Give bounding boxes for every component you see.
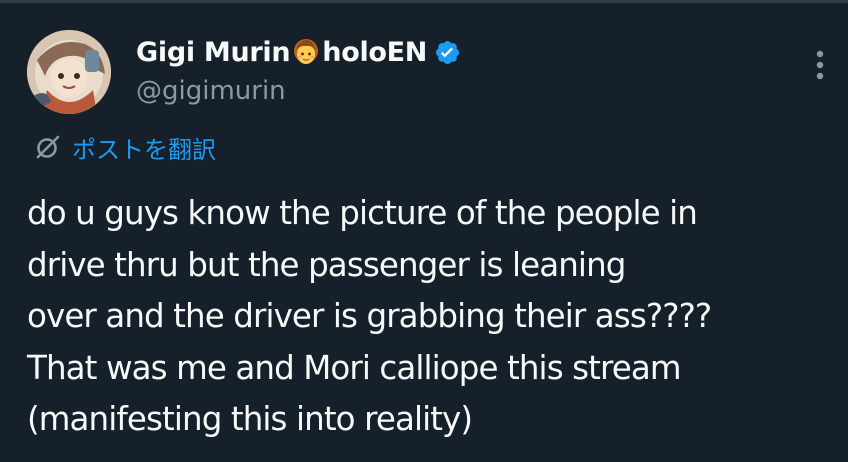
translate-post-link[interactable]: ポストを翻訳: [34, 131, 216, 164]
author-handle[interactable]: @gigimurin: [136, 76, 286, 106]
verified-badge-icon[interactable]: [434, 39, 461, 66]
tweet-card: Gigi Murin holoEN @gigimurin ポストを翻訳 do u…: [0, 0, 848, 462]
tweet-text-line: do u guys know the picture of the people…: [27, 194, 698, 232]
tweet-text-line: (manifesting this into reality): [27, 400, 473, 438]
author-name-suffix: holoEN: [322, 36, 428, 68]
top-divider: [0, 0, 848, 3]
tweet-text-line: drive thru but the passenger is leaning: [27, 245, 626, 284]
tweet-text-line: That was me and Mori calliope this strea…: [27, 348, 682, 387]
translate-label: ポストを翻訳: [72, 135, 216, 164]
translate-globe-icon: [34, 133, 62, 161]
tweet-text: do u guys know the picture of the people…: [27, 188, 837, 446]
author-name-prefix: Gigi Murin: [136, 36, 291, 68]
girl-emoji-icon: [291, 37, 321, 67]
more-vertical-icon[interactable]: [804, 47, 836, 83]
avatar[interactable]: [27, 30, 111, 114]
author-name[interactable]: Gigi Murin holoEN: [136, 32, 461, 72]
tweet-text-line: over and the driver is grabbing their as…: [27, 297, 712, 335]
